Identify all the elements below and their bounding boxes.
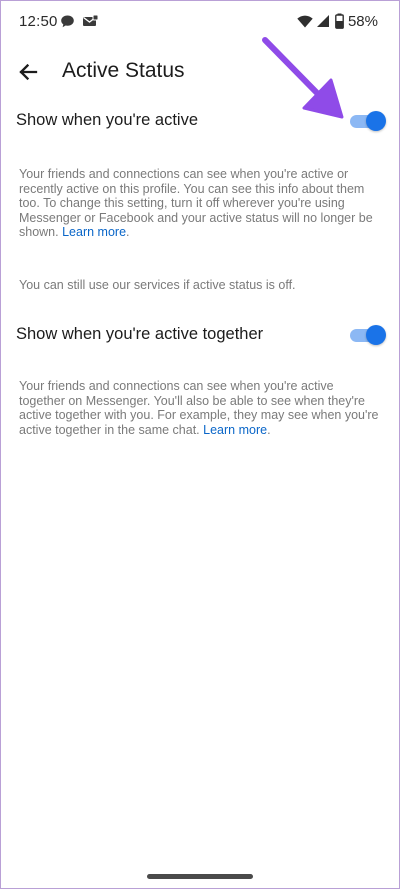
toggle-thumb (366, 325, 386, 345)
wifi-icon (297, 15, 313, 33)
page-title: Active Status (62, 59, 185, 82)
battery-icon (335, 13, 344, 34)
setting-label: Show when you're active together (16, 325, 264, 343)
description-text: Your friends and connections can see whe… (19, 379, 379, 437)
show-active-together-toggle[interactable] (350, 324, 386, 346)
link-suffix: . (267, 422, 271, 437)
setting-description: Your friends and connections can see whe… (19, 167, 379, 240)
toggle-thumb (366, 111, 386, 131)
back-button[interactable] (12, 56, 44, 88)
home-indicator[interactable] (147, 874, 253, 879)
setting-label: Show when you're active (16, 111, 198, 129)
setting-description: Your friends and connections can see whe… (19, 379, 379, 437)
status-time: 12:50 (19, 13, 58, 30)
mail-notification-icon (82, 14, 99, 34)
signal-icon (316, 14, 330, 33)
chat-notification-icon (60, 14, 75, 34)
link-suffix: . (126, 225, 130, 239)
setting-show-active-together[interactable]: Show when you're active together (0, 312, 400, 360)
show-active-toggle[interactable] (350, 110, 386, 132)
learn-more-link[interactable]: Learn more (62, 225, 126, 239)
battery-percentage: 58% (347, 13, 378, 30)
annotation-arrow-icon (262, 37, 344, 119)
learn-more-link[interactable]: Learn more (203, 423, 267, 437)
back-arrow-icon (19, 63, 38, 81)
active-status-note: You can still use our services if active… (19, 278, 296, 292)
